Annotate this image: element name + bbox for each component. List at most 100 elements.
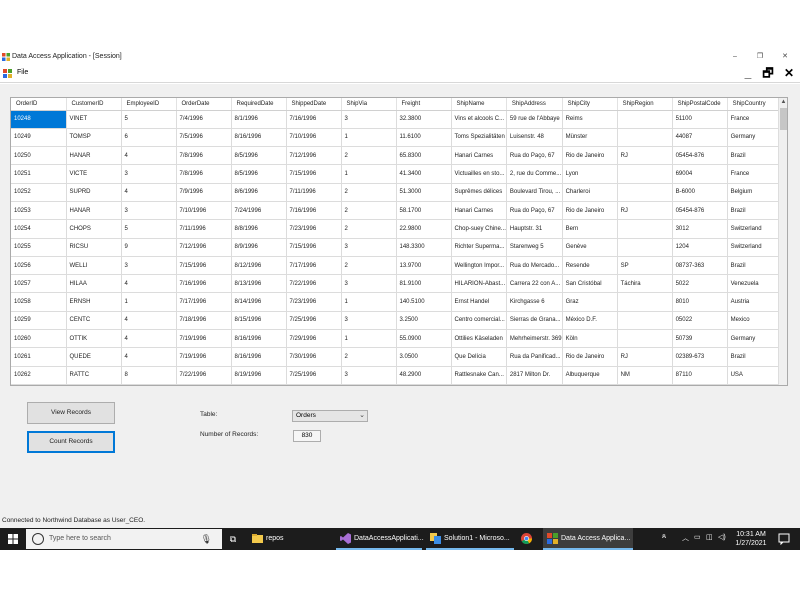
table-cell[interactable]: 41.3400 bbox=[396, 164, 452, 184]
table-cell[interactable]: TOMSP bbox=[66, 128, 122, 148]
table-cell[interactable]: Ernst Handel bbox=[451, 292, 507, 312]
table-cell[interactable]: Richter Superma... bbox=[451, 238, 507, 257]
table-cell[interactable]: 51100 bbox=[672, 110, 728, 129]
taskbar-search-box[interactable]: Type here to search 🎙 bbox=[26, 529, 222, 549]
table-cell[interactable]: Rio de Janeiro bbox=[562, 347, 618, 367]
table-cell[interactable]: 7/17/1996 bbox=[286, 256, 342, 276]
table-cell[interactable]: 10256 bbox=[11, 256, 67, 276]
table-cell[interactable]: Hanari Carnes bbox=[451, 201, 507, 221]
grid-column-header[interactable]: ShippedDate bbox=[286, 98, 342, 111]
scroll-thumb[interactable] bbox=[780, 108, 787, 130]
table-cell[interactable]: Brazil bbox=[727, 201, 782, 221]
table-cell[interactable]: 2817 Milton Dr. bbox=[506, 366, 563, 385]
table-cell[interactable] bbox=[617, 219, 673, 239]
table-cell[interactable]: 10249 bbox=[11, 128, 67, 148]
table-cell[interactable]: 1 bbox=[341, 164, 397, 184]
table-cell[interactable]: 7/25/1996 bbox=[286, 366, 342, 385]
table-cell[interactable]: Köln bbox=[562, 329, 618, 349]
table-cell[interactable]: 10252 bbox=[11, 183, 67, 202]
table-row[interactable]: 10251 VICTE 3 7/8/1996 8/5/1996 7/15/1996 1 41.… bbox=[11, 164, 782, 184]
table-cell[interactable]: Rua do Paço, 67 bbox=[506, 146, 563, 166]
table-cell[interactable]: France bbox=[727, 110, 782, 129]
table-cell[interactable]: 7/16/1996 bbox=[286, 110, 342, 129]
table-cell[interactable]: 5 bbox=[121, 110, 177, 129]
table-cell[interactable]: SP bbox=[617, 256, 673, 276]
table-cell[interactable]: Wellington Impor... bbox=[451, 256, 507, 276]
table-cell[interactable]: RATTC bbox=[66, 366, 122, 385]
table-cell[interactable]: 8/6/1996 bbox=[231, 183, 287, 202]
table-cell[interactable]: 8/12/1996 bbox=[231, 256, 287, 276]
table-cell[interactable] bbox=[617, 183, 673, 202]
table-cell[interactable]: 4 bbox=[121, 347, 177, 367]
scroll-up-icon[interactable]: ▲ bbox=[780, 99, 787, 106]
table-cell[interactable]: 2 bbox=[341, 183, 397, 202]
grid-column-header[interactable]: ShipRegion bbox=[617, 98, 673, 111]
table-cell[interactable]: Rua do Paço, 67 bbox=[506, 201, 563, 221]
window-titlebar[interactable]: Data Access Application - [Session] – ❐ … bbox=[0, 50, 800, 64]
table-cell[interactable]: NM bbox=[617, 366, 673, 385]
table-cell[interactable] bbox=[617, 238, 673, 257]
table-cell[interactable]: 2 bbox=[341, 146, 397, 166]
grid-column-header[interactable]: ShipVia bbox=[341, 98, 397, 111]
table-cell[interactable]: Brazil bbox=[727, 347, 782, 367]
table-cell[interactable]: 4 bbox=[121, 274, 177, 294]
table-cell[interactable]: 7/11/1996 bbox=[176, 219, 232, 239]
taskbar-app-solution[interactable]: Solution1 - Microso... bbox=[426, 528, 514, 550]
table-cell[interactable]: 3 bbox=[341, 110, 397, 129]
table-cell[interactable]: Centro comercial... bbox=[451, 311, 507, 331]
records-grid[interactable]: OrderID CustomerID EmployeeID OrderDate Requ… bbox=[10, 97, 788, 386]
table-cell[interactable]: 4 bbox=[121, 146, 177, 166]
table-cell[interactable]: 3.0500 bbox=[396, 347, 452, 367]
table-cell[interactable]: 2 bbox=[341, 347, 397, 367]
mdi-minimize-button[interactable]: _ bbox=[740, 66, 756, 81]
table-cell[interactable]: 22.9800 bbox=[396, 219, 452, 239]
table-cell[interactable]: Rua da Panificad... bbox=[506, 347, 563, 367]
table-cell[interactable]: Belgium bbox=[727, 183, 782, 202]
table-cell[interactable]: 140.5100 bbox=[396, 292, 452, 312]
table-row[interactable]: 10249 TOMSP 6 7/5/1996 8/16/1996 7/10/1996 1 11… bbox=[11, 128, 782, 148]
table-cell[interactable]: Switzerland bbox=[727, 219, 782, 239]
table-cell[interactable]: 10262 bbox=[11, 366, 67, 385]
table-cell[interactable]: San Cristóbal bbox=[562, 274, 618, 294]
table-cell[interactable]: Switzerland bbox=[727, 238, 782, 257]
table-cell[interactable]: 1 bbox=[341, 128, 397, 148]
table-cell[interactable]: Mehrheimerstr. 369 bbox=[506, 329, 563, 349]
table-cell[interactable]: Chop-suey Chine... bbox=[451, 219, 507, 239]
table-cell[interactable]: Resende bbox=[562, 256, 618, 276]
table-cell[interactable]: 48.2900 bbox=[396, 366, 452, 385]
table-row[interactable]: 10262 RATTC 8 7/22/1996 8/19/1996 7/25/1996 3 4… bbox=[11, 366, 782, 385]
table-cell[interactable]: 148.3300 bbox=[396, 238, 452, 257]
table-cell[interactable]: 1 bbox=[341, 329, 397, 349]
table-cell[interactable]: 3 bbox=[341, 238, 397, 257]
table-cell[interactable]: Rio de Janeiro bbox=[562, 146, 618, 166]
table-cell[interactable]: 8/16/1996 bbox=[231, 347, 287, 367]
table-cell[interactable]: Venezuela bbox=[727, 274, 782, 294]
table-cell[interactable]: 10250 bbox=[11, 146, 67, 166]
table-cell[interactable]: Reims bbox=[562, 110, 618, 129]
table-cell[interactable]: 3012 bbox=[672, 219, 728, 239]
table-cell[interactable]: 7/8/1996 bbox=[176, 146, 232, 166]
table-cell[interactable]: 8/15/1996 bbox=[231, 311, 287, 331]
grid-column-header[interactable]: Freight bbox=[396, 98, 452, 111]
table-cell[interactable]: 10259 bbox=[11, 311, 67, 331]
table-cell[interactable]: 7/22/1996 bbox=[286, 274, 342, 294]
table-cell[interactable]: Hanari Carnes bbox=[451, 146, 507, 166]
table-cell[interactable]: 10251 bbox=[11, 164, 67, 184]
notification-icon[interactable] bbox=[778, 533, 790, 545]
table-cell[interactable]: 7/25/1996 bbox=[286, 311, 342, 331]
table-cell[interactable]: 1 bbox=[341, 292, 397, 312]
table-cell[interactable]: 3 bbox=[341, 311, 397, 331]
count-records-button[interactable]: Count Records bbox=[27, 431, 115, 453]
table-cell[interactable]: RJ bbox=[617, 201, 673, 221]
table-cell[interactable]: 10255 bbox=[11, 238, 67, 257]
table-cell[interactable]: Brazil bbox=[727, 146, 782, 166]
table-cell[interactable]: Brazil bbox=[727, 256, 782, 276]
table-cell[interactable] bbox=[617, 292, 673, 312]
grid-column-header[interactable]: ShipAddress bbox=[506, 98, 563, 111]
table-cell[interactable]: 7/10/1996 bbox=[176, 201, 232, 221]
table-cell[interactable]: QUEDE bbox=[66, 347, 122, 367]
table-cell[interactable]: 7/16/1996 bbox=[176, 274, 232, 294]
table-row[interactable]: 10252 SUPRD 4 7/9/1996 8/6/1996 7/11/1996 2 51.… bbox=[11, 183, 782, 202]
table-cell[interactable]: Münster bbox=[562, 128, 618, 148]
table-cell[interactable]: 2 bbox=[341, 219, 397, 239]
